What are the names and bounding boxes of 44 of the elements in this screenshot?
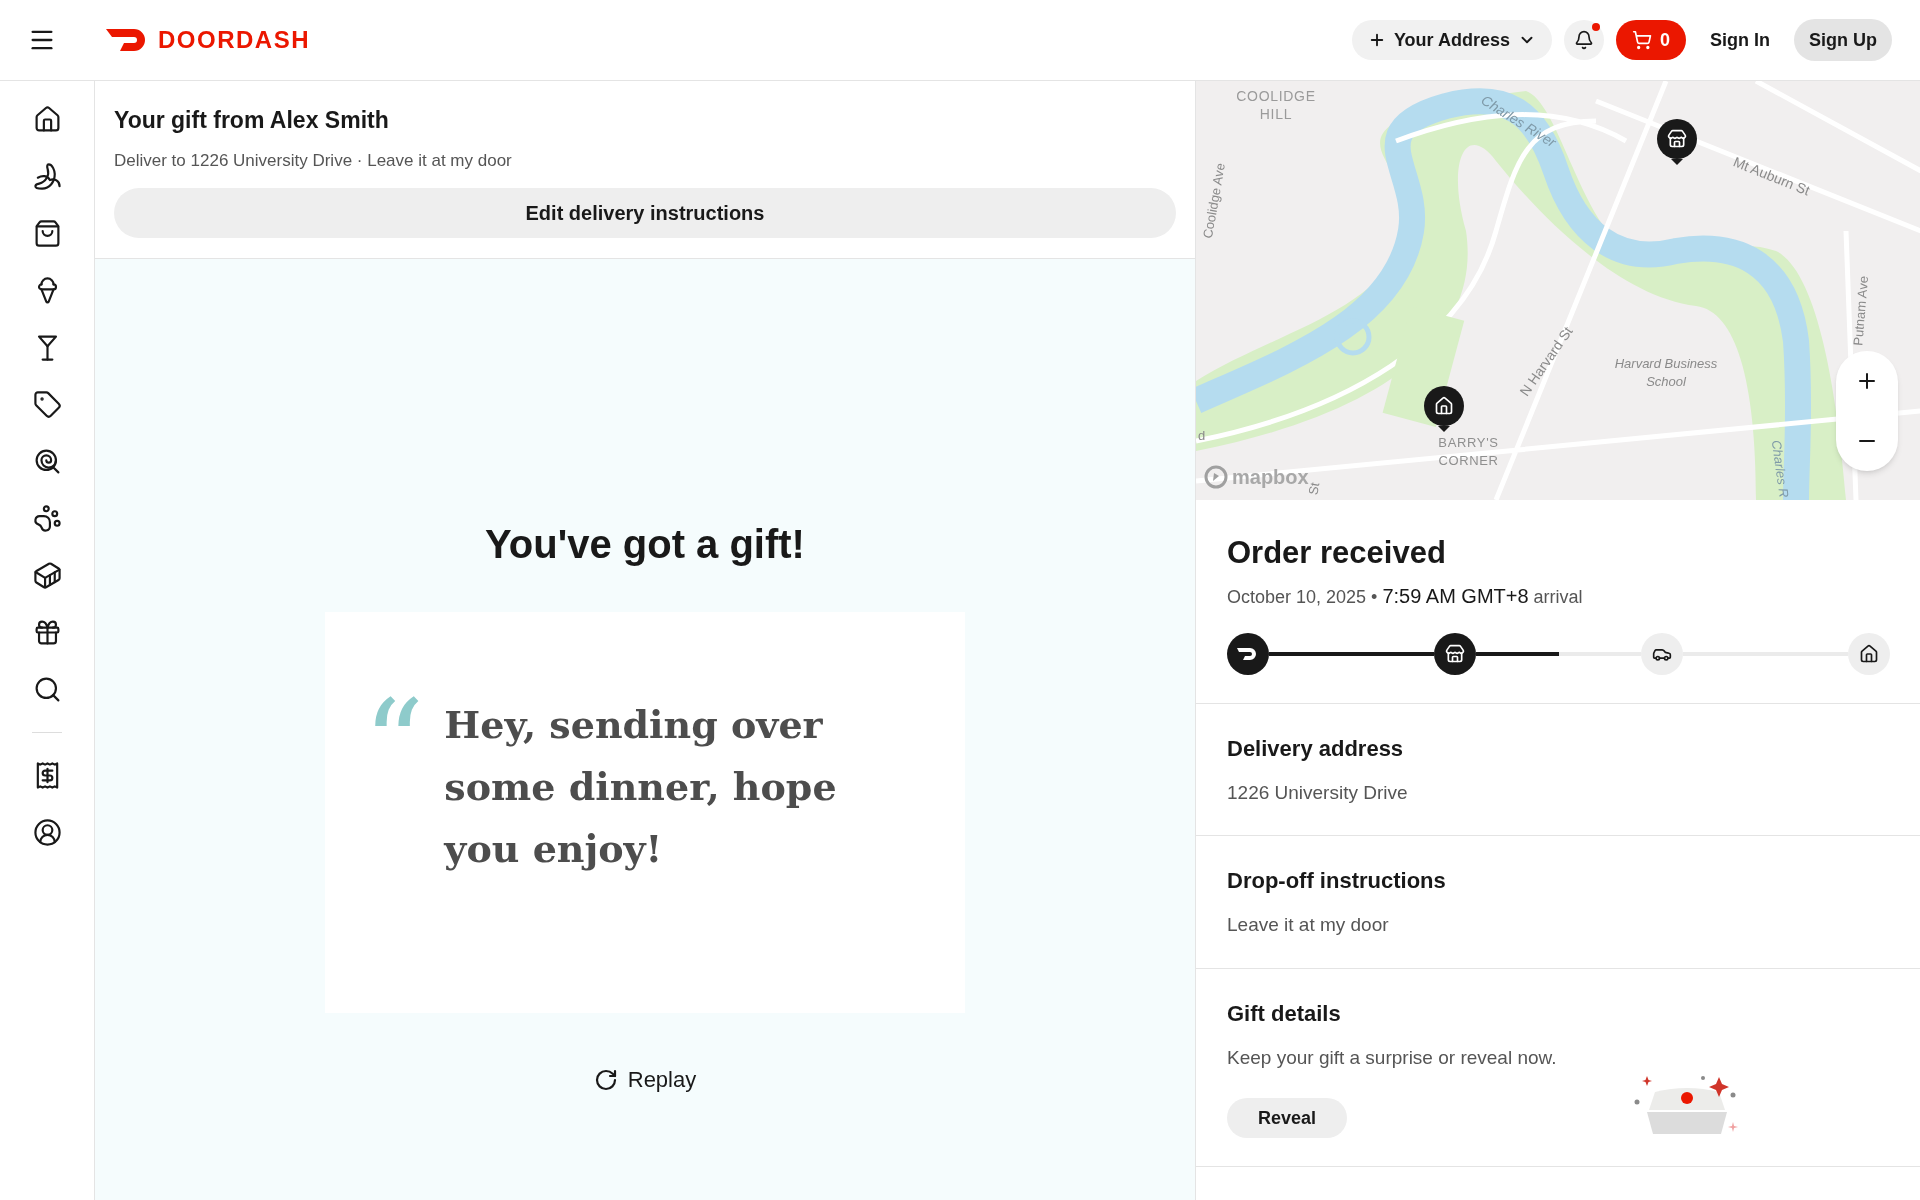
- address-button[interactable]: Your Address: [1351, 20, 1552, 60]
- section-title: Gift details: [1227, 999, 1342, 1028]
- map-label: Coolidge Ave: [1198, 161, 1229, 241]
- user-circle-icon[interactable]: [32, 818, 62, 847]
- order-status-title: Order received: [1227, 534, 1447, 572]
- section-title: Delivery address: [1227, 734, 1405, 763]
- sign-in-button[interactable]: Sign In: [1698, 20, 1782, 60]
- house-icon: [1859, 643, 1879, 664]
- map-label: Charles R: [1767, 438, 1793, 499]
- gift-heading: You've got a gift!: [485, 521, 805, 568]
- paw-print-icon[interactable]: [32, 504, 62, 533]
- section-text: Leave it at my door: [1227, 913, 1390, 937]
- replay-icon: [593, 1067, 618, 1092]
- dasher-logo-icon: [1237, 646, 1259, 661]
- sign-up-button[interactable]: Sign Up: [1794, 19, 1892, 61]
- notifications-button[interactable]: [1564, 20, 1604, 60]
- bell-icon: [1574, 30, 1594, 50]
- gift-banner-title: Your gift from Alex Smith: [114, 106, 390, 135]
- cart-button[interactable]: 0: [1616, 20, 1686, 60]
- mapbox-logo-icon: [1204, 465, 1228, 489]
- map-label: Harvard Business School: [1613, 355, 1719, 391]
- section-title: Drop-off instructions: [1227, 867, 1447, 895]
- reveal-button[interactable]: Reveal: [1227, 1098, 1348, 1138]
- brand-name[interactable]: DOORDASH: [158, 22, 310, 58]
- quote-mark: “: [363, 694, 425, 815]
- map-attribution: mapbox: [1232, 465, 1309, 490]
- map-label: COOLIDGE HILL: [1236, 87, 1316, 123]
- home-pin-icon: [1424, 386, 1464, 432]
- arrival-time: October 10, 2025 • 7:59 AM GMT+8 arrival: [1227, 583, 1584, 609]
- map-label: Putnam Ave: [1849, 275, 1873, 347]
- edit-instructions-button[interactable]: Edit delivery instructions: [114, 188, 1176, 238]
- replay-button[interactable]: Replay: [593, 1063, 697, 1096]
- store-icon: [1445, 643, 1465, 664]
- tag-icon[interactable]: [32, 390, 62, 419]
- gift-message: Hey, sending over some dinner, hope you enjoy!: [444, 701, 838, 873]
- banana-icon[interactable]: [32, 162, 62, 191]
- map-label: BARRY'S CORNER: [1437, 434, 1500, 470]
- section-text: Keep your gift a surprise or reveal now.: [1227, 1045, 1558, 1070]
- container-icon[interactable]: [32, 561, 62, 590]
- store-pin-icon: [1657, 119, 1697, 165]
- cart-icon: [1632, 30, 1652, 50]
- section-text: 1226 University Drive: [1227, 780, 1409, 805]
- gift-banner-subtitle: Deliver to 1226 University Drive · Leave it at my door: [114, 149, 513, 172]
- map-label: d: [1198, 427, 1206, 445]
